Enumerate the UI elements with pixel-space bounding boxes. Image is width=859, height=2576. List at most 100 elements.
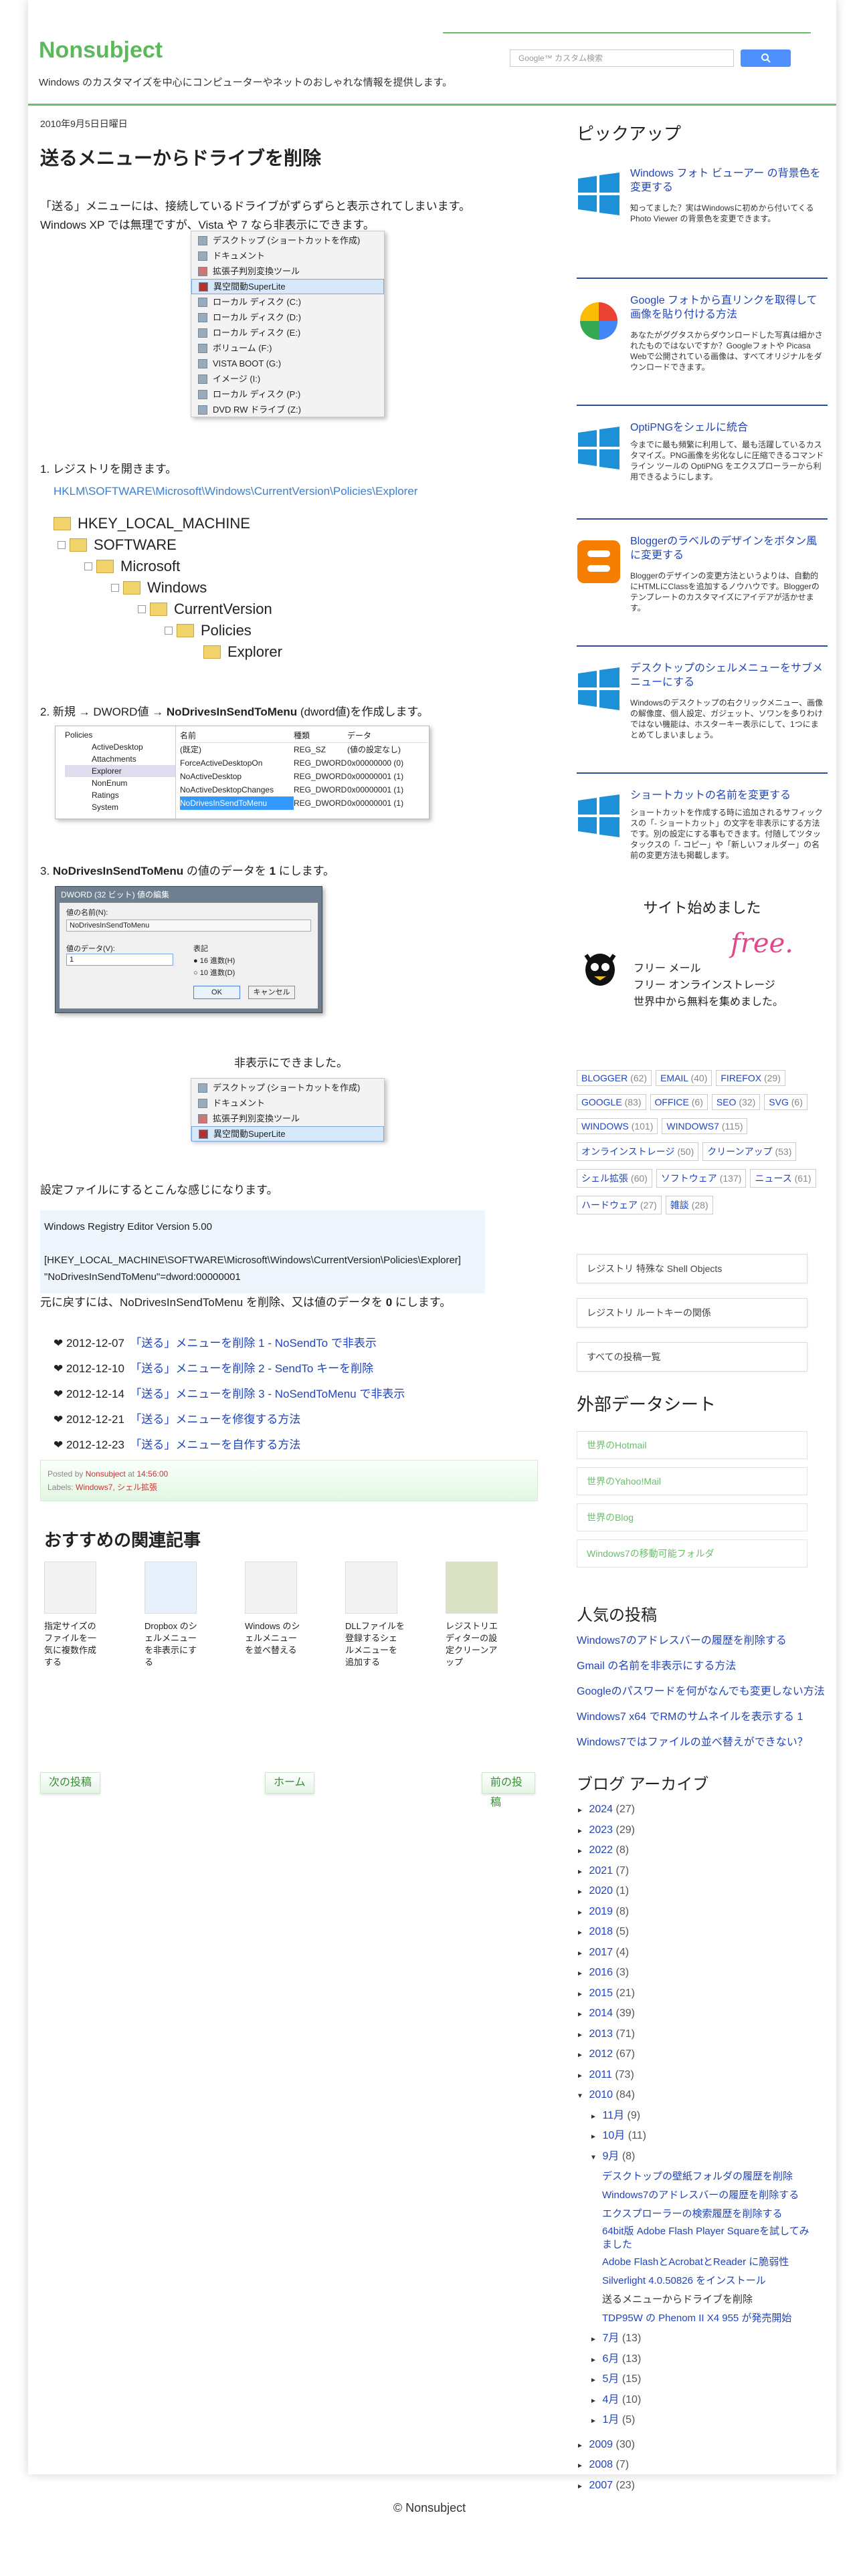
search-input[interactable]: Google™ カスタム検索 [510, 49, 734, 67]
popular-link[interactable]: Googleのパスワードを何がなんでも変更しない方法 [577, 1679, 831, 1705]
label-links[interactable]: Windows7, シェル拡張 [76, 1483, 157, 1492]
archive-month[interactable]: ► 7月 (13) [577, 2329, 831, 2350]
external-link[interactable]: 世界のBlog [577, 1503, 807, 1531]
author-link[interactable]: Nonsubject [86, 1469, 126, 1479]
regedit-key: Ratings [92, 790, 119, 800]
external-link[interactable]: Windows7の移動可能フォルダ [577, 1539, 807, 1568]
label-tag[interactable]: ニュース (61) [750, 1169, 816, 1188]
expand-icon: ► [577, 2442, 583, 2450]
archive-year[interactable]: ► 2018 (5) [577, 1923, 831, 1943]
label-tag[interactable]: シェル拡張 (60) [577, 1169, 652, 1188]
popular-link[interactable]: Gmail の名前を非表示にする方法 [577, 1654, 831, 1679]
link-box[interactable]: レジストリ 特殊な Shell Objects [577, 1254, 807, 1283]
archive-post-link[interactable]: エクスプローラーの検索履歴を削除する [602, 2206, 831, 2222]
label-tag[interactable]: クリーンアップ (53) [702, 1142, 797, 1161]
app-icon [199, 1129, 208, 1139]
related-item[interactable]: Dropbox のシェルメニューを非表示にする [145, 1562, 205, 1669]
label-tag[interactable]: WINDOWS7 (115) [662, 1118, 748, 1134]
popular-link[interactable]: Windows7 x64 でRMのサムネイルを表示する 1 [577, 1705, 831, 1730]
archive-post-link[interactable]: TDP95W の Phenom II X4 955 が発売開始 [602, 2311, 831, 2327]
site-title[interactable]: Nonsubject [39, 37, 163, 64]
label-tag[interactable]: FIREFOX (29) [716, 1070, 785, 1086]
pickup-link[interactable]: Google フォトから直リンクを取得して画像を貼り付ける方法 [630, 294, 824, 322]
label-tag[interactable]: BLOGGER (62) [577, 1070, 652, 1086]
permalink[interactable]: 14:56:00 [136, 1469, 168, 1479]
archive-post-link[interactable]: Adobe FlashとAcrobatとReader に脆弱性 [602, 2254, 831, 2270]
archive-month-open[interactable]: ▼ 9月 (8) [577, 2147, 831, 2168]
archive-year[interactable]: ► 2024 (27) [577, 1800, 831, 1821]
promo-banner[interactable]: サイト始めました free. フリー メール フリー オンラインストレージ 世界中か… [577, 896, 828, 1030]
series-link[interactable]: 「送る」メニューを削除 3 - NoSendToMenu で非表示 [136, 1388, 405, 1400]
step-2: 2. 新規 → DWORD値 → NoDrivesInSendToMenu (d… [40, 706, 429, 718]
external-link[interactable]: 世界のHotmail [577, 1431, 807, 1459]
menu-item-highlighted: 異空間動SuperLite [191, 279, 384, 294]
series-link[interactable]: 「送る」メニューを削除 1 - NoSendTo で非表示 [136, 1337, 377, 1350]
archive-month[interactable]: ► 1月 (5) [577, 2411, 831, 2432]
regedit-row-selected: NoDrivesInSendToMenu REG_DWORD 0x00000001 … [180, 796, 427, 810]
popular-link[interactable]: Windows7のアドレスバーの履歴を削除する [577, 1628, 831, 1654]
label-tag[interactable]: オンラインストレージ (50) [577, 1142, 699, 1161]
label-tag[interactable]: 雑談 (28) [665, 1196, 713, 1214]
external-link[interactable]: 世界のYahoo!Mail [577, 1467, 807, 1495]
series-link[interactable]: 「送る」メニューを削除 2 - SendTo キーを削除 [136, 1362, 373, 1375]
expand-icon: ► [577, 1827, 583, 1835]
archive-year[interactable]: ► 2012 (67) [577, 2045, 831, 2066]
series-link[interactable]: 「送る」メニューを修復する方法 [136, 1413, 301, 1426]
archive-month[interactable]: ► 11月 (9) [577, 2107, 831, 2127]
series-link[interactable]: 「送る」メニューを自作する方法 [136, 1438, 301, 1451]
archive-year[interactable]: ► 2011 (73) [577, 2066, 831, 2086]
archive-month[interactable]: ► 5月 (15) [577, 2370, 831, 2391]
copyright: © Nonsubject [393, 2501, 466, 2514]
label-tag[interactable]: OFFICE (6) [650, 1094, 708, 1110]
archive-month[interactable]: ► 4月 (10) [577, 2391, 831, 2411]
pickup-link[interactable]: Windows フォト ビューアー の背景色を変更する [630, 167, 824, 195]
older-post-button[interactable]: 前の投稿 [482, 1772, 535, 1808]
archive-year[interactable]: ► 2023 (29) [577, 1821, 831, 1842]
label-tag[interactable]: EMAIL (40) [656, 1070, 712, 1086]
archive-year[interactable]: ► 2019 (8) [577, 1903, 831, 1923]
pickup-link[interactable]: Bloggerのラベルのデザインをボタン風に変更する [630, 534, 824, 562]
label-tag[interactable]: ハードウェア (27) [577, 1196, 662, 1214]
search-button[interactable] [741, 49, 791, 67]
pickup-link[interactable]: OptiPNGをシェルに統合 [630, 421, 824, 435]
menu-item: デスクトップ (ショートカットを作成) [191, 233, 384, 248]
archive-year[interactable]: ► 2016 (3) [577, 1963, 831, 1984]
related-item[interactable]: Windows のシェルメニューを並べ替える [245, 1562, 305, 1656]
related-item[interactable]: DLLファイルを登録するシェルメニューを追加する [345, 1562, 405, 1669]
link-box[interactable]: すべての投稿一覧 [577, 1342, 807, 1372]
archive-year[interactable]: ► 2017 (4) [577, 1943, 831, 1964]
drive-icon [198, 358, 207, 368]
archive-year[interactable]: ► 2009 (30) [577, 2436, 831, 2456]
archive-month[interactable]: ► 6月 (13) [577, 2350, 831, 2371]
label-tag[interactable]: WINDOWS (101) [577, 1118, 658, 1134]
related-item[interactable]: レジストリエディターの設定クリーンアップ [446, 1562, 506, 1669]
archive-year-open[interactable]: ▼ 2010 (84) [577, 2086, 831, 2107]
label-tag[interactable]: ソフトウェア (137) [656, 1169, 747, 1188]
pickup-link[interactable]: デスクトップのシェルメニューをサブメニューにする [630, 661, 824, 689]
archive-year[interactable]: ► 2008 (7) [577, 2456, 831, 2476]
archive-post-link[interactable]: Silverlight 4.0.50826 をインストール [602, 2273, 831, 2289]
pickup-link[interactable]: ショートカットの名前を変更する [630, 788, 824, 802]
archive-year[interactable]: ► 2013 (71) [577, 2025, 831, 2046]
popular-link[interactable]: Windows7ではファイルの並べ替えができない？ [577, 1730, 831, 1755]
newer-post-button[interactable]: 次の投稿 [40, 1772, 101, 1794]
archive-post-link[interactable]: Windows7のアドレスバーの履歴を削除する [602, 2187, 831, 2204]
archive-year[interactable]: ► 2020 (1) [577, 1882, 831, 1903]
label-tag[interactable]: SVG (6) [764, 1094, 807, 1110]
archive-year[interactable]: ► 2021 (7) [577, 1862, 831, 1883]
archive-month[interactable]: ► 10月 (11) [577, 2127, 831, 2147]
expand-icon: ► [577, 2011, 583, 2018]
home-button[interactable]: ホーム [265, 1772, 314, 1794]
archive-year[interactable]: ► 2014 (39) [577, 2004, 831, 2025]
archive-post-link[interactable]: デスクトップの壁紙フォルダの履歴を削除 [602, 2169, 831, 2185]
archive-post-link[interactable]: 64bit版 Adobe Flash Player Squareを試してみました [602, 2225, 809, 2252]
archive-year[interactable]: ► 2015 (21) [577, 1984, 831, 2005]
label-tag[interactable]: GOOGLE (83) [577, 1094, 646, 1110]
archive-year[interactable]: ► 2007 (23) [577, 2476, 831, 2497]
link-box[interactable]: レジストリ ルートキーの関係 [577, 1298, 807, 1327]
related-item[interactable]: 指定サイズのファイルを一気に複数作成する [44, 1562, 104, 1669]
archive-post-link[interactable]: 送るメニューからドライブを削除 [602, 2292, 831, 2308]
archive-year[interactable]: ► 2022 (8) [577, 1841, 831, 1862]
label-tag[interactable]: SEO (32) [711, 1094, 761, 1110]
collapse-icon: ▼ [590, 2153, 597, 2161]
